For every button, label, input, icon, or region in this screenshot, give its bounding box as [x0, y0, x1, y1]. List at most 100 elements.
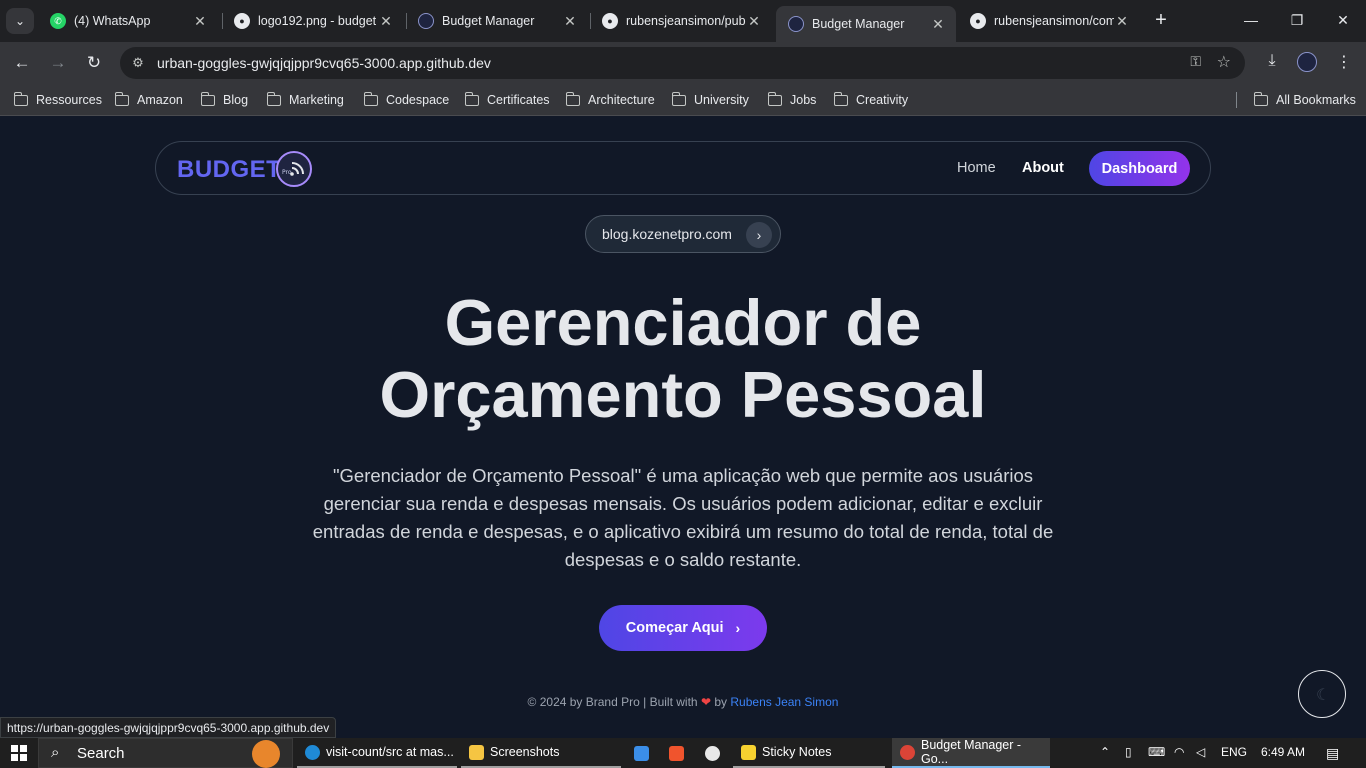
close-icon[interactable]: ✕ [192, 13, 208, 30]
url-text[interactable]: urban-goggles-gwjqjqjppr9cvq65-3000.app.… [157, 55, 491, 71]
bookmark-label: Architecture [588, 93, 655, 107]
bookmark-folder[interactable]: Blog [200, 91, 248, 108]
brand-logo[interactable]: Pro [276, 151, 312, 187]
blog-link-pill[interactable]: blog.kozenetpro.com › [585, 215, 781, 253]
close-icon[interactable]: ✕ [746, 13, 762, 30]
close-icon[interactable]: ✕ [930, 16, 946, 33]
bookmark-label: Certificates [487, 93, 550, 107]
tab-github-com[interactable]: ● rubensjeansimon/com ✕ [958, 6, 1140, 36]
taskbar-mail[interactable] [626, 738, 649, 768]
bookmark-label: Creativity [856, 93, 909, 107]
blog-link-text: blog.kozenetpro.com [602, 226, 732, 242]
bookmark-folder[interactable]: Certificates [464, 91, 550, 108]
bookmark-folder[interactable]: Architecture [565, 91, 655, 108]
taskbar-search[interactable]: ⌕ Search [38, 738, 293, 768]
folder-icon [565, 91, 580, 106]
dashboard-button[interactable]: Dashboard [1089, 151, 1190, 186]
bookmark-star-icon[interactable]: ☆ [1217, 52, 1231, 72]
theme-toggle-button[interactable]: ☾ [1298, 670, 1346, 718]
wifi-icon[interactable]: ◠ [1174, 745, 1184, 759]
site-navbar: BUDGET Pro Home About Dashboard [155, 141, 1211, 195]
svg-text:Pro: Pro [282, 169, 292, 176]
password-key-icon[interactable]: ⚿ [1190, 53, 1201, 70]
folder-icon [363, 91, 378, 106]
all-bookmarks[interactable]: All Bookmarks [1253, 91, 1356, 108]
bookmark-folder[interactable]: Jobs [767, 91, 817, 108]
brave-icon [669, 745, 684, 761]
device-icon[interactable]: ▯ [1125, 745, 1132, 759]
folder-icon [200, 91, 215, 106]
penguin-icon [705, 745, 720, 761]
minimize-button[interactable]: — [1236, 8, 1266, 32]
nav-home-link[interactable]: Home [957, 160, 996, 176]
taskbar-item-label: Sticky Notes [762, 745, 832, 759]
close-icon[interactable]: ✕ [1114, 13, 1130, 30]
bookmark-label: All Bookmarks [1276, 93, 1356, 107]
back-button[interactable]: ← [9, 51, 35, 75]
language-indicator[interactable]: ENG [1221, 745, 1247, 759]
close-icon[interactable]: ✕ [378, 13, 394, 30]
input-method-icon[interactable]: ⌨ [1148, 745, 1165, 759]
bookmark-folder[interactable]: Codespace [363, 91, 449, 108]
close-window-button[interactable]: ✕ [1328, 8, 1358, 32]
nav-about-link[interactable]: About [1022, 160, 1064, 176]
folder-icon [464, 91, 479, 106]
download-icon[interactable]: ⤓ [1261, 52, 1283, 70]
taskbar-linux[interactable] [697, 738, 720, 768]
folder-icon [833, 91, 848, 106]
bookmark-label: Ressources [36, 93, 102, 107]
close-icon[interactable]: ✕ [562, 13, 578, 30]
restore-button[interactable]: ❐ [1282, 8, 1312, 32]
edge-icon [305, 744, 320, 760]
tab-search-button[interactable]: ⌄ [6, 8, 34, 34]
get-started-button[interactable]: Começar Aqui › [599, 605, 767, 651]
tab-logo192[interactable]: ● logo192.png - budget ✕ [222, 6, 404, 36]
taskbar-chrome[interactable]: Budget Manager - Go... [892, 738, 1050, 768]
tab-budget-manager-active[interactable]: Budget Manager ✕ [776, 6, 956, 42]
volume-icon[interactable]: ◁ [1196, 745, 1205, 759]
taskbar-edge[interactable]: visit-count/src at mas... [297, 738, 457, 768]
tab-github-pub[interactable]: ● rubensjeansimon/pub ✕ [590, 6, 772, 36]
address-bar[interactable]: ⚙ urban-goggles-gwjqjqjppr9cvq65-3000.ap… [120, 47, 1245, 79]
github-icon: ● [602, 13, 618, 29]
brand-name[interactable]: BUDGET [177, 156, 281, 184]
chrome-icon [900, 744, 915, 760]
chevron-up-icon[interactable]: ⌃ [1100, 745, 1110, 759]
browser-toolbar: ← → ↻ ⚙ urban-goggles-gwjqjqjppr9cvq65-3… [0, 42, 1366, 84]
taskbar-explorer[interactable]: Screenshots [461, 738, 621, 768]
tab-title: Budget Manager [812, 17, 905, 31]
bookmark-folder[interactable]: Ressources [13, 91, 102, 108]
notifications-icon[interactable]: ▤ [1326, 745, 1339, 762]
tab-whatsapp[interactable]: ✆ (4) WhatsApp ✕ [38, 6, 218, 36]
bookmark-label: Marketing [289, 93, 344, 107]
new-tab-button[interactable]: + [1150, 9, 1172, 31]
tab-budget-manager[interactable]: Budget Manager ✕ [406, 6, 588, 36]
author-link[interactable]: Rubens Jean Simon [730, 695, 838, 709]
bookmark-folder[interactable]: University [671, 91, 749, 108]
github-icon: ● [234, 13, 250, 29]
bookmark-label: Jobs [790, 93, 817, 107]
taskbar-sticky-notes[interactable]: Sticky Notes [733, 738, 885, 768]
moon-icon: ☾ [1316, 687, 1331, 704]
budget-pro-icon [418, 13, 434, 29]
tab-title: Budget Manager [442, 14, 535, 28]
status-bar-url: https://urban-goggles-gwjqjqjppr9cvq65-3… [0, 717, 337, 738]
taskbar-brave[interactable] [661, 738, 684, 768]
forward-button[interactable]: → [45, 51, 71, 75]
reload-button[interactable]: ↻ [81, 51, 107, 75]
tab-title: (4) WhatsApp [74, 14, 151, 28]
bookmark-folder[interactable]: Marketing [266, 91, 344, 108]
menu-kebab-icon[interactable]: ⋮ [1333, 52, 1355, 72]
windows-start-icon[interactable] [11, 745, 27, 761]
footer: © 2024 by Brand Pro | Built with ❤ by Ru… [0, 695, 1366, 709]
site-info-icon[interactable]: ⚙ [128, 53, 148, 73]
folder-icon [1253, 91, 1268, 106]
folder-icon [671, 91, 686, 106]
footer-copyright: © 2024 by Brand Pro | Built with [527, 695, 698, 709]
taskbar-item-label: Screenshots [490, 745, 560, 759]
bookmark-folder[interactable]: Creativity [833, 91, 909, 108]
footer-by: by [714, 695, 728, 709]
clock[interactable]: 6:49 AM [1261, 745, 1305, 759]
bookmark-folder[interactable]: Amazon [114, 91, 183, 108]
profile-avatar[interactable] [1297, 52, 1317, 72]
